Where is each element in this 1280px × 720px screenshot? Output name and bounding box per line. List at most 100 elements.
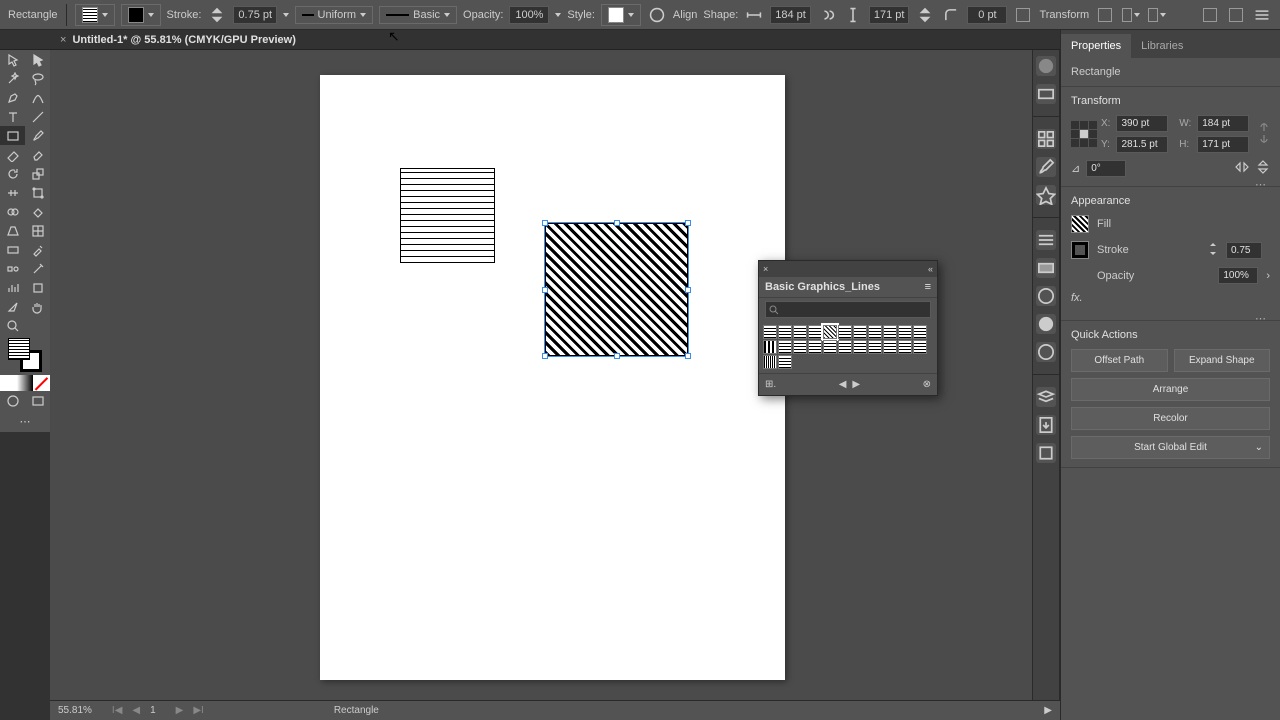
color-mode-row[interactable]	[0, 375, 50, 391]
symbol-sprayer-tool[interactable]	[25, 259, 50, 278]
rotation-field[interactable]: 0°	[1086, 160, 1126, 177]
stroke-swatch[interactable]	[1071, 241, 1089, 259]
stroke-weight-dropdown[interactable]	[283, 13, 289, 17]
swatch-item[interactable]	[853, 325, 867, 339]
draw-mode-normal[interactable]	[0, 391, 25, 410]
swatch-item[interactable]	[793, 340, 807, 354]
link-wh-icon[interactable]	[817, 5, 837, 25]
h-field[interactable]: 171 pt	[1197, 136, 1249, 153]
stroke-panel-icon[interactable]	[1036, 230, 1056, 250]
swatch-item[interactable]	[763, 355, 777, 369]
swatches-panel-icon[interactable]	[1036, 129, 1056, 149]
next-artboard-icon[interactable]: ▶	[176, 705, 184, 716]
shape-height-field[interactable]: 171 pt	[869, 6, 910, 24]
direct-selection-tool[interactable]	[25, 50, 50, 69]
panel-dock-icon[interactable]: «	[928, 264, 933, 274]
resize-handle[interactable]	[542, 287, 548, 293]
swatch-item[interactable]	[778, 325, 792, 339]
graphic-style-dropdown[interactable]	[601, 4, 641, 26]
color-solid-icon[interactable]	[0, 375, 17, 391]
swatch-search-input[interactable]	[765, 301, 931, 318]
resize-handle[interactable]	[614, 353, 620, 359]
perspective-tool[interactable]	[0, 221, 25, 240]
swatch-item[interactable]	[853, 340, 867, 354]
eraser-tool[interactable]	[25, 145, 50, 164]
panel-close-icon[interactable]: ×	[763, 264, 768, 274]
shape-builder-tool[interactable]	[0, 202, 25, 221]
panel-menu-icon[interactable]	[1252, 5, 1272, 25]
lasso-tool[interactable]	[25, 69, 50, 88]
prev-artboard-icon[interactable]: ◀	[132, 705, 140, 716]
stroke-profile-dropdown[interactable]: Uniform	[295, 6, 373, 24]
asset-export-icon[interactable]	[1036, 415, 1056, 435]
flip-vertical-icon[interactable]	[1256, 159, 1270, 178]
rotate-tool[interactable]	[0, 164, 25, 183]
fill-swatch-dropdown[interactable]	[75, 4, 115, 26]
swatch-item[interactable]	[808, 325, 822, 339]
resize-handle[interactable]	[685, 220, 691, 226]
swatch-item[interactable]	[898, 340, 912, 354]
recolor-button[interactable]: Recolor	[1071, 407, 1270, 430]
opacity-dropdown[interactable]	[555, 13, 561, 17]
isolate-icon[interactable]	[1095, 5, 1115, 25]
swatch-item[interactable]	[838, 340, 852, 354]
shaper-tool[interactable]	[0, 145, 25, 164]
symbols-panel-icon[interactable]	[1036, 185, 1056, 205]
align-to-icon[interactable]	[1121, 5, 1141, 25]
color-gradient-icon[interactable]	[17, 375, 34, 391]
swatch-item[interactable]	[823, 340, 837, 354]
type-tool[interactable]	[0, 107, 25, 126]
swatch-item[interactable]	[883, 340, 897, 354]
swatch-item[interactable]	[868, 325, 882, 339]
fill-swatch[interactable]	[1071, 215, 1089, 233]
start-global-edit-button[interactable]: Start Global Edit⌄	[1071, 436, 1270, 459]
resize-handle[interactable]	[542, 353, 548, 359]
prefs-icon[interactable]	[1226, 5, 1246, 25]
eyedropper-tool[interactable]	[25, 240, 50, 259]
shape-width-field[interactable]: 184 pt	[770, 6, 811, 24]
screen-mode[interactable]	[25, 391, 50, 410]
resize-handle[interactable]	[685, 287, 691, 293]
line-tool[interactable]	[25, 107, 50, 126]
live-paint-tool[interactable]	[25, 202, 50, 221]
swatch-item[interactable]	[883, 325, 897, 339]
panel-titlebar[interactable]: × «	[759, 261, 937, 277]
arrange-icon[interactable]	[1147, 5, 1167, 25]
last-artboard-icon[interactable]: ▶I	[193, 705, 203, 716]
swatch-item[interactable]	[778, 340, 792, 354]
artboard-number-field[interactable]: 1	[150, 705, 156, 716]
artboard-tool[interactable]	[25, 278, 50, 297]
zoom-field[interactable]: 55.81%	[58, 705, 92, 716]
swatch-item[interactable]	[838, 325, 852, 339]
swatch-library-panel[interactable]: × « Basic Graphics_Lines ≡ ⊞. ◀ ▶ ⊗	[758, 260, 938, 396]
next-library-icon[interactable]: ▶	[852, 379, 860, 390]
y-field[interactable]: 281.5 pt	[1116, 136, 1168, 153]
artboard[interactable]	[320, 75, 785, 680]
hand-tool[interactable]	[25, 297, 50, 316]
corner-radius-field[interactable]: 0 pt	[967, 6, 1007, 24]
selection-tool[interactable]	[0, 50, 25, 69]
doc-setup-icon[interactable]	[1200, 5, 1220, 25]
opacity-slider-icon[interactable]: ›	[1266, 270, 1270, 282]
resize-handle[interactable]	[542, 220, 548, 226]
blend-tool[interactable]	[0, 259, 25, 278]
prev-library-icon[interactable]: ◀	[839, 379, 847, 390]
gradient-tool[interactable]	[0, 240, 25, 259]
transparency-panel-icon[interactable]	[1036, 286, 1056, 306]
appearance-panel-icon[interactable]	[1036, 314, 1056, 334]
arrange-button[interactable]: Arrange	[1071, 378, 1270, 401]
resize-handle[interactable]	[685, 353, 691, 359]
gradient-panel-icon[interactable]	[1036, 258, 1056, 278]
color-guide-icon[interactable]	[1036, 84, 1056, 104]
w-field[interactable]: 184 pt	[1197, 115, 1249, 132]
magic-wand-tool[interactable]	[0, 69, 25, 88]
mesh-tool[interactable]	[25, 221, 50, 240]
first-artboard-icon[interactable]: I◀	[112, 705, 122, 716]
flip-horizontal-icon[interactable]	[1234, 160, 1250, 177]
expand-shape-button[interactable]: Expand Shape	[1174, 349, 1271, 372]
recolor-icon[interactable]	[647, 5, 667, 25]
swatch-menu-icon[interactable]: ⊞.	[765, 379, 776, 390]
opacity-field[interactable]: 100%	[1218, 267, 1258, 284]
x-field[interactable]: 390 pt	[1116, 115, 1168, 132]
swatch-item[interactable]	[778, 355, 792, 369]
